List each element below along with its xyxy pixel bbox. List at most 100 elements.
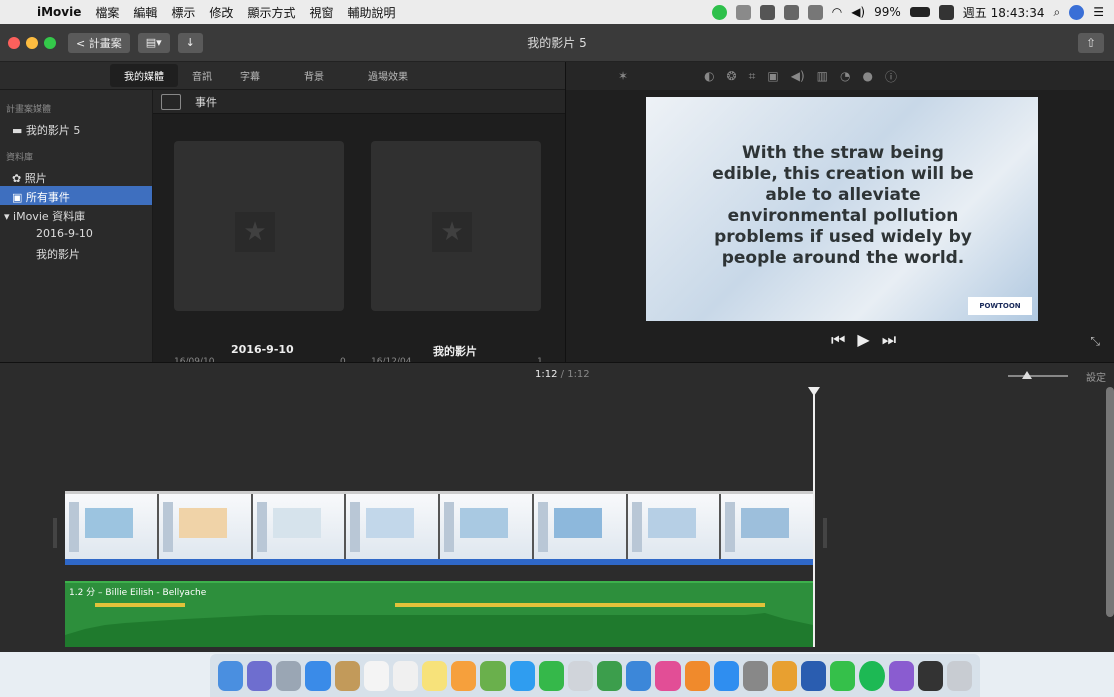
audio-clip[interactable]: 1.2 分 – Billie Eilish - Bellyache [65,581,813,647]
airdrop-icon[interactable] [759,4,775,20]
event-tile-2016[interactable]: ★ [174,141,344,311]
timeline-scrollbar[interactable] [1106,387,1114,617]
minimize-window-button[interactable] [26,36,38,49]
event-tile-my-movie[interactable]: ★ [371,141,541,311]
timeline[interactable]: 1:12 / 1:12 設定 1.2 分 – Billie Eilish - B… [0,362,1114,652]
sidebar-item-photos[interactable]: ✿ 照片 [0,167,152,186]
battery-percent[interactable]: 99% [874,5,901,19]
event-pane: 事件 ★ ★ 2016-9-10 16/09/10 0 我的影片 16/12/0… [153,90,565,367]
chrome-icon[interactable] [771,660,798,691]
terminal-icon[interactable] [917,660,943,691]
spotify-icon[interactable] [859,660,885,691]
tab-transitions[interactable]: 過場效果 [338,68,422,83]
crop-icon[interactable]: ⌗ [749,69,756,84]
close-window-button[interactable] [8,36,20,49]
wifi-icon[interactable]: ◠ [832,5,842,19]
volume-icon[interactable]: ◀) [851,5,865,19]
contacts-icon[interactable] [334,660,360,691]
color-correction-icon[interactable]: ❂ [727,69,737,83]
ibooks-icon[interactable] [684,660,710,691]
magic-wand-icon[interactable]: ✶ [618,69,628,83]
noise-reduction-icon[interactable]: ▥ [817,69,828,83]
imovie-icon[interactable] [888,660,914,691]
timeline-settings-button[interactable]: 設定 [1086,369,1106,384]
keynote-icon[interactable] [626,660,652,691]
clip-trim-handle-left[interactable] [53,518,57,548]
waveform-shape [65,613,813,647]
notification-center-icon[interactable]: ☰ [1093,5,1104,19]
video-clip[interactable] [65,491,813,565]
stabilization-icon[interactable]: ▣ [767,69,778,83]
status-icon[interactable] [783,4,799,20]
media-tabs: 我的媒體 音訊 字幕 背景 過場效果 [0,62,565,90]
speed-icon[interactable]: ◔ [840,69,850,83]
import-button[interactable]: ↓ [177,32,203,53]
sidebar-item-all-events[interactable]: ▣ 所有事件 [0,186,152,205]
volume-icon[interactable]: ◀) [791,69,805,83]
facetime-icon[interactable] [538,660,564,691]
sidebar-item-event-my-movie[interactable]: 我的影片 [0,243,152,262]
info-icon[interactable]: ⓘ [885,68,897,85]
maps-icon[interactable] [480,660,506,691]
color-balance-icon[interactable]: ◐ [704,69,714,83]
fullscreen-icon[interactable]: ⤡ [1090,334,1100,349]
menu-modify[interactable]: 修改 [202,4,240,21]
tab-audio[interactable]: 音訊 [178,68,226,83]
line-status-icon[interactable] [711,4,727,20]
zoom-slider[interactable] [1008,375,1068,377]
zoom-slider-knob[interactable] [1022,371,1032,379]
input-source-icon[interactable] [938,4,954,20]
calendar-icon[interactable] [363,660,389,691]
safari-icon[interactable] [305,660,331,691]
tab-my-media[interactable]: 我的媒體 [110,64,178,87]
word-icon[interactable] [801,660,827,691]
timecode-current: 1:12 [535,369,558,380]
sidebar-item-event-2016[interactable]: 2016-9-10 [0,224,152,243]
notes-icon[interactable] [422,660,448,691]
finder-icon[interactable] [218,660,244,691]
pages-icon[interactable] [567,660,594,691]
projects-back-button[interactable]: < 計畫案 [68,32,130,53]
tab-titles[interactable]: 字幕 [226,68,274,83]
playhead[interactable] [813,391,815,647]
tab-backgrounds[interactable]: 背景 [274,68,338,83]
menu-bar: iMovie 檔案 編輯 標示 修改 顯示方式 視窗 輔助說明 ◠ ◀) 99%… [0,0,1114,24]
menu-file[interactable]: 檔案 [88,4,126,21]
sidebar-item-project[interactable]: ▬ 我的影片 5 [0,119,152,138]
menu-view[interactable]: 顯示方式 [240,4,302,21]
menu-edit[interactable]: 編輯 [126,4,164,21]
reminders-icon[interactable] [392,660,419,691]
menu-imovie[interactable]: iMovie [30,5,88,19]
play-icon[interactable]: ▶ [857,330,881,349]
launchpad-icon[interactable] [276,660,302,691]
library-list-toggle-button[interactable]: ▤▾ [137,32,170,53]
spotlight-icon[interactable]: ⌕ [1054,5,1061,20]
app-store-icon[interactable] [713,660,739,691]
zoom-window-button[interactable] [44,36,56,49]
share-button[interactable]: ⇧ [1078,33,1104,53]
skip-forward-icon[interactable]: ⏭ [882,330,908,349]
messages-icon[interactable] [509,660,535,691]
video-preview[interactable]: With the straw being edible, this creati… [646,97,1038,321]
siri-icon[interactable] [247,660,273,691]
line-icon[interactable] [830,660,856,691]
sidebar-item-library[interactable]: ▾ iMovie 資料庫 [0,205,152,224]
skip-back-icon[interactable]: ⏮ [831,330,857,349]
numbers-icon[interactable] [597,660,623,691]
preview-caption: With the straw being edible, this creati… [712,143,974,268]
clip-filter-icon[interactable]: ● [862,69,872,83]
app-status-icon[interactable] [735,4,751,20]
airplay-icon[interactable] [807,4,823,20]
sidebar-toggle-icon[interactable] [161,93,181,110]
clock[interactable]: 週五 18:43:34 [963,4,1045,21]
photos-icon[interactable] [451,660,477,691]
menu-help[interactable]: 輔助說明 [340,4,402,21]
menu-window[interactable]: 視窗 [302,4,340,21]
itunes-icon[interactable] [655,660,681,691]
system-preferences-icon[interactable] [742,660,768,691]
clip-trim-handle-right[interactable] [823,518,827,548]
menu-mark[interactable]: 標示 [164,4,202,21]
trash-icon[interactable] [946,660,973,691]
siri-icon[interactable] [1069,4,1085,20]
disclosure-triangle-icon[interactable]: ▾ [4,210,13,223]
